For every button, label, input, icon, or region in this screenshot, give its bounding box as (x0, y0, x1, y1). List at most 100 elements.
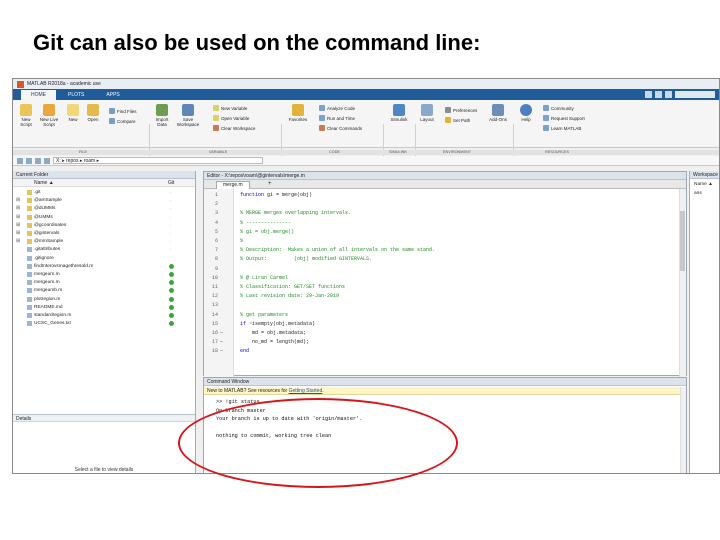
git-column-header[interactable]: Git (168, 180, 174, 186)
editor-scrollbar[interactable] (679, 189, 686, 377)
code-line[interactable]: 4 % --------------- (204, 219, 674, 228)
expand-icon[interactable]: ⊞ (16, 238, 20, 245)
name-column-header[interactable]: Name ▲ (34, 180, 54, 186)
details-panel-header: Details (13, 414, 195, 422)
code-line[interactable]: 14 % get parameters (204, 311, 674, 320)
new-variable-button[interactable]: New Variable (213, 105, 247, 111)
browse-folder-icon[interactable] (44, 157, 50, 164)
find-files-button[interactable]: Find Files (109, 108, 137, 114)
list-item[interactable]: mergeumb.m (13, 287, 195, 294)
preferences-button[interactable]: Preferences (445, 107, 477, 113)
add-ons-button[interactable]: Add-Ons (487, 104, 509, 122)
open-folder-icon (87, 104, 99, 116)
help-button[interactable]: Help (517, 104, 535, 122)
analyze-code-button[interactable]: Analyze Code (319, 105, 355, 111)
code-line[interactable]: 16— md = obj.metadata; (204, 329, 674, 338)
set-path-button[interactable]: Set Path (445, 117, 470, 123)
tab-home[interactable]: HOME (21, 90, 56, 100)
new-button[interactable]: New (65, 104, 81, 122)
list-item[interactable]: findInterovsmagethresold.m (13, 263, 195, 270)
editor-tab-merge[interactable]: merge.m (216, 181, 250, 189)
getting-started-link[interactable]: Getting Started (289, 388, 323, 394)
section-simulink: SIMULINK (389, 150, 407, 154)
editor-scroll-thumb[interactable] (680, 211, 685, 271)
code-text: % Description: Makes a union of all inte… (240, 247, 436, 254)
expand-icon[interactable]: ⊞ (16, 197, 20, 204)
tab-plots[interactable]: PLOTS (58, 90, 94, 100)
forward-icon[interactable] (26, 157, 32, 164)
code-line[interactable]: 9 (204, 265, 674, 274)
breakpoint-dash[interactable]: — (220, 329, 223, 338)
documentation-search-input[interactable] (675, 91, 715, 98)
expand-icon[interactable]: ⊞ (16, 230, 20, 237)
list-item[interactable]: ⊞ @mmSample · (13, 238, 195, 245)
expand-icon[interactable]: ⊞ (16, 214, 20, 221)
expand-icon[interactable]: ⊞ (16, 205, 20, 212)
request-support-button[interactable]: Request Support (543, 115, 585, 121)
learn-matlab-button[interactable]: Learn MATLAB (543, 125, 581, 131)
code-line[interactable]: 2 (204, 200, 674, 209)
tab-apps[interactable]: APPS (96, 90, 129, 100)
up-folder-icon[interactable] (35, 157, 41, 164)
code-line[interactable]: 6% (204, 237, 674, 246)
clear-commands-button[interactable]: Clear Commands (319, 125, 362, 131)
list-item[interactable]: plotregion.m (13, 296, 195, 303)
simulink-button[interactable]: Simulink (387, 104, 411, 122)
new-script-button[interactable]: New Script (17, 104, 35, 127)
open-button[interactable]: Open (85, 104, 101, 122)
code-line[interactable]: 3 % MERGE merges overlapping intervals. (204, 209, 674, 218)
list-item[interactable]: ⊞ @dUMMs · (13, 205, 195, 212)
new-live-script-button[interactable]: New Live Script (39, 104, 59, 127)
code-line[interactable]: 1 function gi = merge(obj) (204, 191, 674, 200)
list-item[interactable]: ⊞ @amSample · (13, 197, 195, 204)
code-line[interactable]: 7 % Description: Makes a union of all int… (204, 246, 674, 255)
list-item[interactable]: .gitignore · (13, 255, 195, 262)
list-item[interactable]: ⊞ @UMMs · (13, 214, 195, 221)
redo-icon[interactable] (665, 91, 672, 98)
clear-workspace-button[interactable]: Clear Workspace (213, 125, 255, 131)
code-line[interactable]: 8 % Output: (obj) modified GINTERVALS. (204, 255, 674, 264)
new-tab-button[interactable]: + (268, 181, 272, 187)
list-item[interactable]: mergeum.m (13, 279, 195, 286)
favorites-button[interactable]: Favorites (285, 104, 311, 122)
run-and-time-icon (319, 115, 325, 121)
find-files-icon (109, 108, 115, 114)
code-line[interactable]: 18— end (204, 347, 674, 356)
code-line[interactable]: 13 (204, 301, 674, 310)
code-line[interactable]: 12 % Last revision date: 29-Jan-2019 (204, 292, 674, 301)
code-line[interactable]: 5 % gi = obj.merge() (204, 228, 674, 237)
list-item[interactable]: .git · (13, 189, 195, 196)
list-item[interactable]: ⊞ @gcoordinates · (13, 222, 195, 229)
find-files-label: Find Files (117, 108, 137, 114)
line-number: 8 (214, 256, 218, 263)
code-line[interactable]: 10 % @ Liran Carmel (204, 274, 674, 283)
code-line[interactable]: 11 % Classification: GET/SET functions (204, 283, 674, 292)
run-and-time-button[interactable]: Run and Time (319, 115, 355, 121)
list-item[interactable]: ⊞ @gintervals · (13, 230, 195, 237)
save-icon[interactable] (645, 91, 652, 98)
list-item[interactable]: .gitattributes · (13, 246, 195, 253)
workspace-name-column[interactable]: Name ▲ (694, 182, 713, 187)
list-item[interactable]: README.md (13, 304, 195, 311)
back-icon[interactable] (17, 157, 23, 164)
import-data-button[interactable]: Import Data (153, 104, 171, 127)
breakpoint-dash[interactable]: — (220, 347, 223, 356)
community-button[interactable]: Community (543, 105, 574, 111)
list-item[interactable]: mergeum.m (13, 271, 195, 278)
list-item[interactable]: UCSC_Genes.txt (13, 320, 195, 327)
save-workspace-button[interactable]: Save Workspace (175, 104, 201, 127)
code-line[interactable]: 17— no_md = length(md); (204, 338, 674, 347)
compare-button[interactable]: Compare (109, 118, 136, 124)
command-window-scrollbar[interactable] (680, 387, 686, 473)
breakpoint-dash[interactable]: — (220, 338, 223, 347)
current-path-field[interactable]: X: ▸ repos ▸ roam ▸ (53, 157, 263, 164)
workspace-variable-ans[interactable]: ans (694, 191, 702, 196)
expand-icon[interactable]: ⊞ (16, 222, 20, 229)
undo-icon[interactable] (655, 91, 662, 98)
list-item[interactable]: standardregion.m (13, 312, 195, 319)
new-live-script-icon (43, 104, 55, 116)
open-variable-button[interactable]: Open Variable (213, 115, 249, 121)
code-line[interactable]: 15 if ~isempty(obj.metadata) (204, 320, 674, 329)
layout-button[interactable]: Layout (417, 104, 437, 122)
window-titlebar: MATLAB R2018a - academic use (13, 79, 719, 89)
